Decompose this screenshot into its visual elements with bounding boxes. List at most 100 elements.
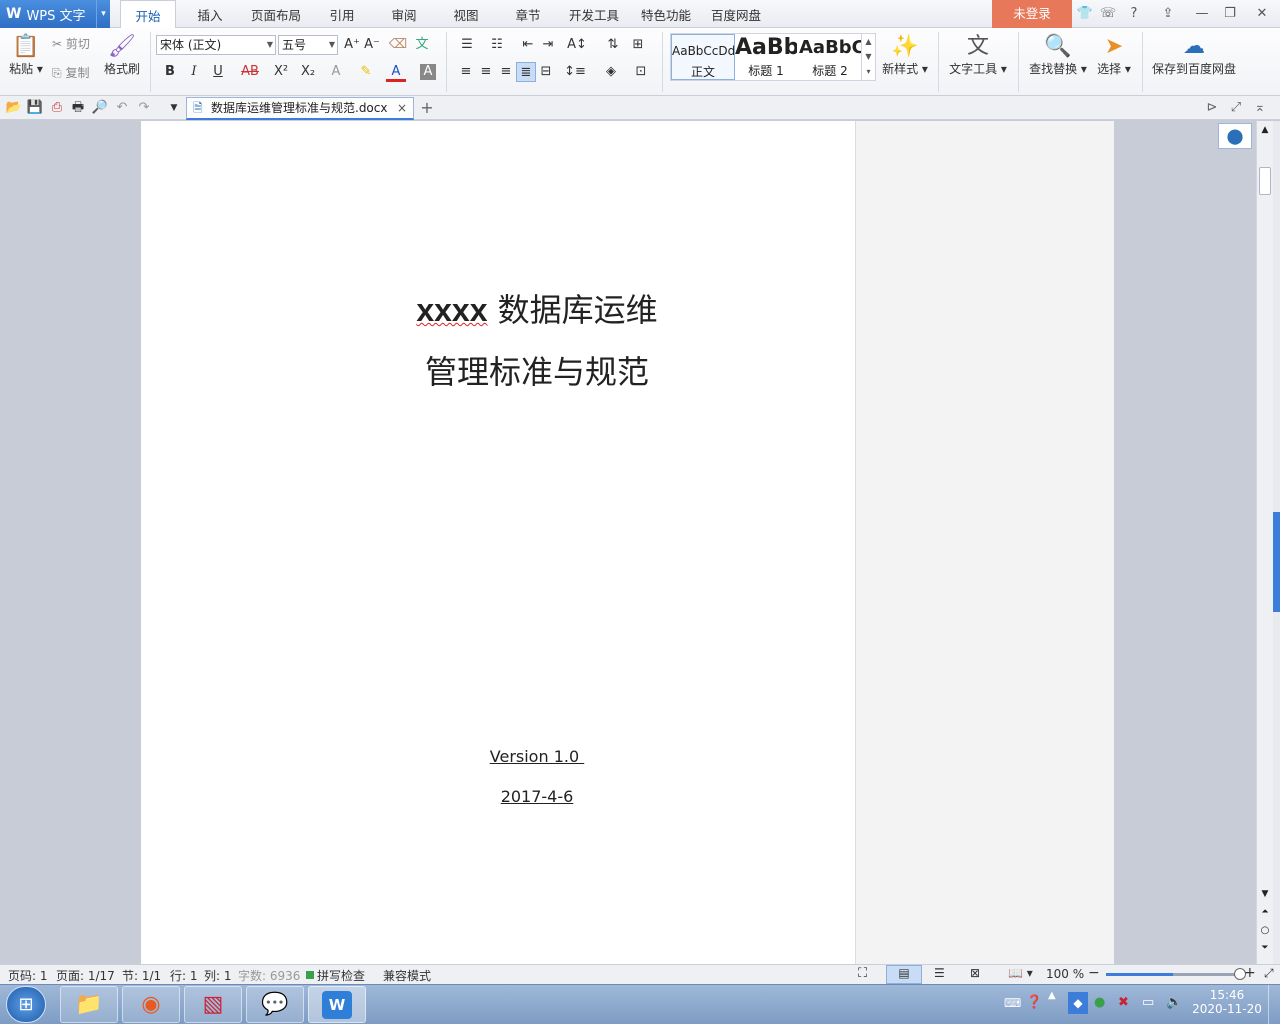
tray-app-icon[interactable]: ◆	[1068, 992, 1088, 1014]
scroll-up-icon[interactable]: ▲	[1257, 125, 1273, 135]
pdf-export-icon[interactable]: ⎙	[47, 98, 67, 118]
volume-icon[interactable]: 🔈	[1166, 995, 1182, 1010]
save-baidu-button[interactable]: ☁ 保存到百度网盘	[1148, 34, 1240, 77]
justify-icon[interactable]: ≣	[516, 62, 536, 82]
help-icon[interactable]: ?	[1122, 5, 1146, 23]
format-painter-button[interactable]: 🖌 格式刷	[102, 34, 142, 77]
taskbar-paint[interactable]: ▧	[184, 986, 242, 1023]
align-left-icon[interactable]: ≡	[456, 62, 476, 82]
feedback-icon[interactable]: ☏	[1098, 5, 1118, 23]
next-page-icon[interactable]: ⏷	[1257, 943, 1273, 953]
subscript-button[interactable]: X₂	[297, 62, 319, 82]
scrollbar-thumb[interactable]	[1259, 167, 1271, 195]
style-normal[interactable]: AaBbCcDd 正文	[671, 34, 735, 80]
clear-format-icon[interactable]: ⌫	[388, 35, 408, 55]
border-icon[interactable]: ⊡	[628, 62, 654, 82]
taskbar-firefox[interactable]: ◉	[122, 986, 180, 1023]
tab-page-layout[interactable]: 页面布局	[244, 0, 308, 28]
keyboard-icon[interactable]: ⌨	[1004, 996, 1021, 1010]
paste-button[interactable]: 📋 粘贴 ▾	[6, 34, 46, 77]
text-tools-button[interactable]: 文 文字工具 ▾	[946, 34, 1010, 77]
browse-object-icon[interactable]: ○	[1257, 925, 1273, 936]
select-button[interactable]: ➤ 选择 ▾	[1092, 34, 1136, 77]
tab-developer[interactable]: 开发工具	[562, 0, 626, 28]
location-pin-icon[interactable]: ⬤	[1218, 123, 1252, 149]
highlight-icon[interactable]: ✎	[356, 62, 376, 82]
fullscreen-view-icon[interactable]: ⛶	[858, 966, 867, 981]
wps-app-menu-button[interactable]: W WPS 文字 ▾	[0, 0, 110, 28]
taskbar-explorer[interactable]: 📁	[60, 986, 118, 1023]
distribute-icon[interactable]: ⊟	[536, 62, 556, 82]
zoom-slider[interactable]	[1106, 968, 1246, 980]
print-icon[interactable]: 🖶	[68, 98, 88, 118]
font-color-button[interactable]: A	[386, 62, 406, 82]
open-folder-icon[interactable]: 📂	[4, 98, 24, 118]
login-button[interactable]: 未登录	[992, 0, 1072, 28]
vertical-scrollbar[interactable]: ▲ ▼ ⏶ ○ ⏷	[1256, 121, 1273, 964]
chevron-down-icon[interactable]: ▾	[96, 0, 110, 28]
reading-mode-icon[interactable]: 📖 ▾	[1008, 966, 1033, 980]
document-page[interactable]: xxxx 数据库运维 管理标准与规范 Version 1.0 2017-4-6	[141, 121, 855, 964]
cut-button[interactable]: ✂ 剪切	[52, 35, 102, 52]
text-effect-icon[interactable]: A	[326, 62, 346, 82]
superscript-button[interactable]: X²	[270, 62, 292, 82]
tab-insert[interactable]: 插入	[182, 0, 238, 28]
redo-icon[interactable]: ↷	[134, 98, 154, 118]
tray-expand-icon[interactable]: ▲	[1048, 990, 1056, 1001]
style-scroll[interactable]: ▲ ▼ ▾	[861, 34, 875, 80]
network-tray-icon[interactable]: ✖	[1118, 995, 1129, 1010]
line-spacing-icon[interactable]: ↕≡	[562, 62, 588, 82]
minimize-button[interactable]: —	[1192, 5, 1212, 23]
page-view-icon[interactable]: ▤	[886, 965, 922, 984]
font-name-select[interactable]: 宋体 (正文) ▼	[156, 35, 276, 55]
underline-button[interactable]: U	[208, 62, 228, 82]
font-size-select[interactable]: 五号 ▼	[278, 35, 338, 55]
skin-icon[interactable]: 👕	[1075, 5, 1095, 23]
italic-button[interactable]: I	[184, 62, 204, 82]
zoom-in-icon[interactable]: +	[1244, 965, 1256, 981]
upload-icon[interactable]: ⇪	[1158, 5, 1178, 23]
taskbar-wps[interactable]: W	[308, 986, 366, 1023]
find-replace-button[interactable]: 🔍 查找替换 ▾	[1026, 34, 1090, 77]
char-shading-button[interactable]: A	[420, 64, 436, 80]
sort-icon[interactable]: ⇅	[600, 35, 626, 55]
shading-icon[interactable]: ◈	[598, 62, 624, 82]
align-right-icon[interactable]: ≡	[496, 62, 516, 82]
style-heading-1[interactable]: AaBb 标题 1	[735, 34, 797, 80]
chinese-layout-icon[interactable]: A↕	[564, 35, 590, 55]
numbered-list-icon[interactable]: ☷	[484, 35, 510, 55]
bullet-list-icon[interactable]: ☰	[454, 35, 480, 55]
fullscreen-icon[interactable]: ⤢	[1226, 98, 1246, 118]
zoom-level[interactable]: 100 %	[1046, 967, 1084, 981]
new-style-button[interactable]: ✨ 新样式 ▾	[880, 34, 930, 77]
tab-baidu-pan[interactable]: 百度网盘	[704, 0, 768, 28]
new-tab-icon[interactable]: +	[417, 98, 437, 118]
pinyin-icon[interactable]: 文	[412, 35, 432, 55]
print-preview-icon[interactable]: 🔎	[90, 98, 110, 118]
tab-special[interactable]: 特色功能	[634, 0, 698, 28]
tab-references[interactable]: 引用	[316, 0, 368, 28]
document-tab[interactable]: 🗎 数据库运维管理标准与规范.docx ×	[186, 97, 414, 120]
help-tray-icon[interactable]: ❓	[1026, 995, 1042, 1010]
start-button[interactable]: ⊞	[6, 986, 46, 1023]
tab-view[interactable]: 视图	[440, 0, 492, 28]
zoom-out-icon[interactable]: −	[1088, 965, 1100, 981]
wechat-tray-icon[interactable]: ●	[1094, 995, 1105, 1010]
prev-page-icon[interactable]: ⏶	[1257, 907, 1273, 917]
web-view-icon[interactable]: ⊠	[970, 966, 980, 980]
collapse-ribbon-icon[interactable]: ⌅	[1250, 98, 1270, 118]
side-panel-handle[interactable]	[1273, 512, 1280, 612]
tab-review[interactable]: 审阅	[378, 0, 430, 28]
copy-button[interactable]: ⎘ 复制	[52, 64, 102, 81]
taskbar-wechat[interactable]: 💬	[246, 986, 304, 1023]
scroll-down-icon[interactable]: ▼	[1257, 889, 1273, 899]
tab-start[interactable]: 开始	[120, 0, 176, 29]
close-button[interactable]: ✕	[1252, 5, 1272, 23]
align-center-icon[interactable]: ≡	[476, 62, 496, 82]
view-icon[interactable]: ⊳	[1202, 98, 1222, 118]
grow-font-icon[interactable]: A⁺	[342, 35, 362, 55]
status-words[interactable]: 字数: 6936	[238, 967, 300, 984]
clock[interactable]: 15:46 2020-11-20	[1192, 988, 1262, 1016]
outline-view-icon[interactable]: ☰	[934, 966, 945, 980]
chevron-down-icon[interactable]: ▼	[164, 98, 184, 118]
